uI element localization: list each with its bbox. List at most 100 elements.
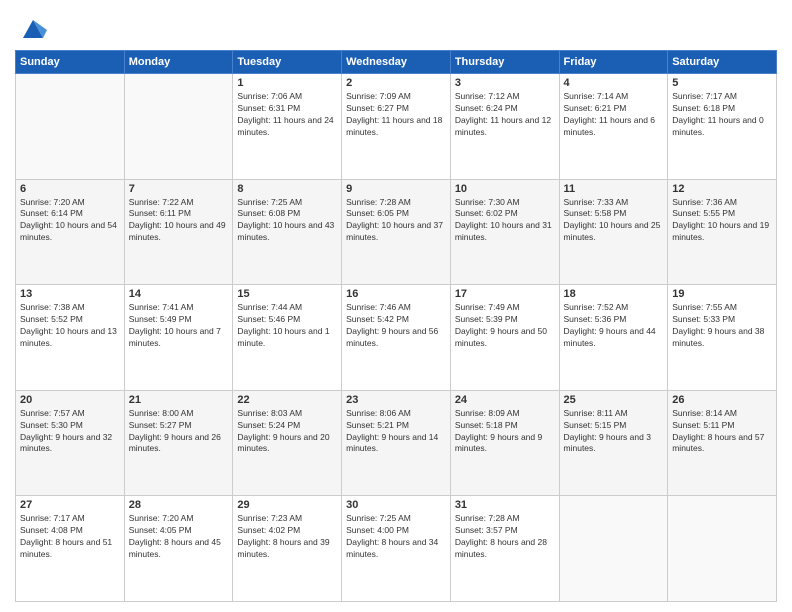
calendar-cell [16,74,125,180]
day-number: 29 [237,499,337,511]
day-number: 2 [346,77,446,89]
day-number: 19 [672,288,772,300]
calendar-table: SundayMondayTuesdayWednesdayThursdayFrid… [15,50,777,602]
calendar-cell: 28 Sunrise: 7:20 AM Sunset: 4:05 PM Dayl… [124,496,233,602]
day-number: 22 [237,394,337,406]
day-number: 10 [455,183,555,195]
calendar-week-row: 13 Sunrise: 7:38 AM Sunset: 5:52 PM Dayl… [16,285,777,391]
day-info: Sunrise: 7:38 AM Sunset: 5:52 PM Dayligh… [20,302,120,350]
day-info: Sunrise: 7:41 AM Sunset: 5:49 PM Dayligh… [129,302,229,350]
calendar-day-header: Thursday [450,51,559,74]
day-info: Sunrise: 7:06 AM Sunset: 6:31 PM Dayligh… [237,91,337,139]
calendar-cell: 2 Sunrise: 7:09 AM Sunset: 6:27 PM Dayli… [342,74,451,180]
day-number: 26 [672,394,772,406]
day-info: Sunrise: 7:55 AM Sunset: 5:33 PM Dayligh… [672,302,772,350]
day-number: 18 [564,288,664,300]
calendar-day-header: Friday [559,51,668,74]
day-info: Sunrise: 8:00 AM Sunset: 5:27 PM Dayligh… [129,408,229,456]
day-info: Sunrise: 7:22 AM Sunset: 6:11 PM Dayligh… [129,197,229,245]
calendar-cell: 12 Sunrise: 7:36 AM Sunset: 5:55 PM Dayl… [668,179,777,285]
day-number: 4 [564,77,664,89]
day-number: 23 [346,394,446,406]
day-info: Sunrise: 7:17 AM Sunset: 4:08 PM Dayligh… [20,513,120,561]
day-number: 13 [20,288,120,300]
calendar-week-row: 1 Sunrise: 7:06 AM Sunset: 6:31 PM Dayli… [16,74,777,180]
calendar-cell [668,496,777,602]
calendar-day-header: Sunday [16,51,125,74]
calendar-cell: 4 Sunrise: 7:14 AM Sunset: 6:21 PM Dayli… [559,74,668,180]
day-info: Sunrise: 8:09 AM Sunset: 5:18 PM Dayligh… [455,408,555,456]
day-number: 20 [20,394,120,406]
day-info: Sunrise: 7:52 AM Sunset: 5:36 PM Dayligh… [564,302,664,350]
day-info: Sunrise: 7:12 AM Sunset: 6:24 PM Dayligh… [455,91,555,139]
calendar-cell: 29 Sunrise: 7:23 AM Sunset: 4:02 PM Dayl… [233,496,342,602]
calendar-cell: 20 Sunrise: 7:57 AM Sunset: 5:30 PM Dayl… [16,390,125,496]
day-info: Sunrise: 7:46 AM Sunset: 5:42 PM Dayligh… [346,302,446,350]
calendar-cell: 19 Sunrise: 7:55 AM Sunset: 5:33 PM Dayl… [668,285,777,391]
calendar-cell: 3 Sunrise: 7:12 AM Sunset: 6:24 PM Dayli… [450,74,559,180]
calendar-cell: 16 Sunrise: 7:46 AM Sunset: 5:42 PM Dayl… [342,285,451,391]
day-number: 27 [20,499,120,511]
calendar-cell: 17 Sunrise: 7:49 AM Sunset: 5:39 PM Dayl… [450,285,559,391]
calendar-cell: 9 Sunrise: 7:28 AM Sunset: 6:05 PM Dayli… [342,179,451,285]
day-number: 21 [129,394,229,406]
calendar-header-row: SundayMondayTuesdayWednesdayThursdayFrid… [16,51,777,74]
calendar-week-row: 27 Sunrise: 7:17 AM Sunset: 4:08 PM Dayl… [16,496,777,602]
day-number: 31 [455,499,555,511]
calendar-week-row: 20 Sunrise: 7:57 AM Sunset: 5:30 PM Dayl… [16,390,777,496]
calendar-cell: 1 Sunrise: 7:06 AM Sunset: 6:31 PM Dayli… [233,74,342,180]
calendar-day-header: Saturday [668,51,777,74]
day-info: Sunrise: 7:30 AM Sunset: 6:02 PM Dayligh… [455,197,555,245]
day-info: Sunrise: 7:36 AM Sunset: 5:55 PM Dayligh… [672,197,772,245]
day-info: Sunrise: 7:49 AM Sunset: 5:39 PM Dayligh… [455,302,555,350]
day-number: 12 [672,183,772,195]
day-number: 25 [564,394,664,406]
day-number: 1 [237,77,337,89]
calendar-cell: 11 Sunrise: 7:33 AM Sunset: 5:58 PM Dayl… [559,179,668,285]
calendar-cell: 5 Sunrise: 7:17 AM Sunset: 6:18 PM Dayli… [668,74,777,180]
day-info: Sunrise: 7:28 AM Sunset: 6:05 PM Dayligh… [346,197,446,245]
day-number: 3 [455,77,555,89]
day-info: Sunrise: 7:17 AM Sunset: 6:18 PM Dayligh… [672,91,772,139]
page: SundayMondayTuesdayWednesdayThursdayFrid… [0,0,792,612]
calendar-cell: 8 Sunrise: 7:25 AM Sunset: 6:08 PM Dayli… [233,179,342,285]
calendar-cell: 21 Sunrise: 8:00 AM Sunset: 5:27 PM Dayl… [124,390,233,496]
day-info: Sunrise: 8:03 AM Sunset: 5:24 PM Dayligh… [237,408,337,456]
day-number: 7 [129,183,229,195]
calendar-cell: 31 Sunrise: 7:28 AM Sunset: 3:57 PM Dayl… [450,496,559,602]
calendar-cell: 26 Sunrise: 8:14 AM Sunset: 5:11 PM Dayl… [668,390,777,496]
calendar-day-header: Wednesday [342,51,451,74]
day-info: Sunrise: 7:25 AM Sunset: 4:00 PM Dayligh… [346,513,446,561]
calendar-cell [559,496,668,602]
day-number: 5 [672,77,772,89]
calendar-cell: 23 Sunrise: 8:06 AM Sunset: 5:21 PM Dayl… [342,390,451,496]
day-number: 30 [346,499,446,511]
day-number: 24 [455,394,555,406]
calendar-week-row: 6 Sunrise: 7:20 AM Sunset: 6:14 PM Dayli… [16,179,777,285]
day-info: Sunrise: 8:14 AM Sunset: 5:11 PM Dayligh… [672,408,772,456]
day-info: Sunrise: 7:23 AM Sunset: 4:02 PM Dayligh… [237,513,337,561]
calendar-cell: 30 Sunrise: 7:25 AM Sunset: 4:00 PM Dayl… [342,496,451,602]
calendar-cell: 10 Sunrise: 7:30 AM Sunset: 6:02 PM Dayl… [450,179,559,285]
day-number: 9 [346,183,446,195]
day-info: Sunrise: 8:11 AM Sunset: 5:15 PM Dayligh… [564,408,664,456]
day-number: 11 [564,183,664,195]
day-number: 15 [237,288,337,300]
day-info: Sunrise: 7:20 AM Sunset: 4:05 PM Dayligh… [129,513,229,561]
calendar-cell: 22 Sunrise: 8:03 AM Sunset: 5:24 PM Dayl… [233,390,342,496]
calendar-cell: 18 Sunrise: 7:52 AM Sunset: 5:36 PM Dayl… [559,285,668,391]
calendar-cell: 13 Sunrise: 7:38 AM Sunset: 5:52 PM Dayl… [16,285,125,391]
day-info: Sunrise: 7:25 AM Sunset: 6:08 PM Dayligh… [237,197,337,245]
day-number: 17 [455,288,555,300]
day-info: Sunrise: 7:44 AM Sunset: 5:46 PM Dayligh… [237,302,337,350]
calendar-day-header: Monday [124,51,233,74]
calendar-cell: 25 Sunrise: 8:11 AM Sunset: 5:15 PM Dayl… [559,390,668,496]
day-info: Sunrise: 7:28 AM Sunset: 3:57 PM Dayligh… [455,513,555,561]
day-info: Sunrise: 8:06 AM Sunset: 5:21 PM Dayligh… [346,408,446,456]
day-number: 6 [20,183,120,195]
day-info: Sunrise: 7:09 AM Sunset: 6:27 PM Dayligh… [346,91,446,139]
day-info: Sunrise: 7:20 AM Sunset: 6:14 PM Dayligh… [20,197,120,245]
logo [15,14,47,42]
calendar-cell: 14 Sunrise: 7:41 AM Sunset: 5:49 PM Dayl… [124,285,233,391]
calendar-cell: 27 Sunrise: 7:17 AM Sunset: 4:08 PM Dayl… [16,496,125,602]
